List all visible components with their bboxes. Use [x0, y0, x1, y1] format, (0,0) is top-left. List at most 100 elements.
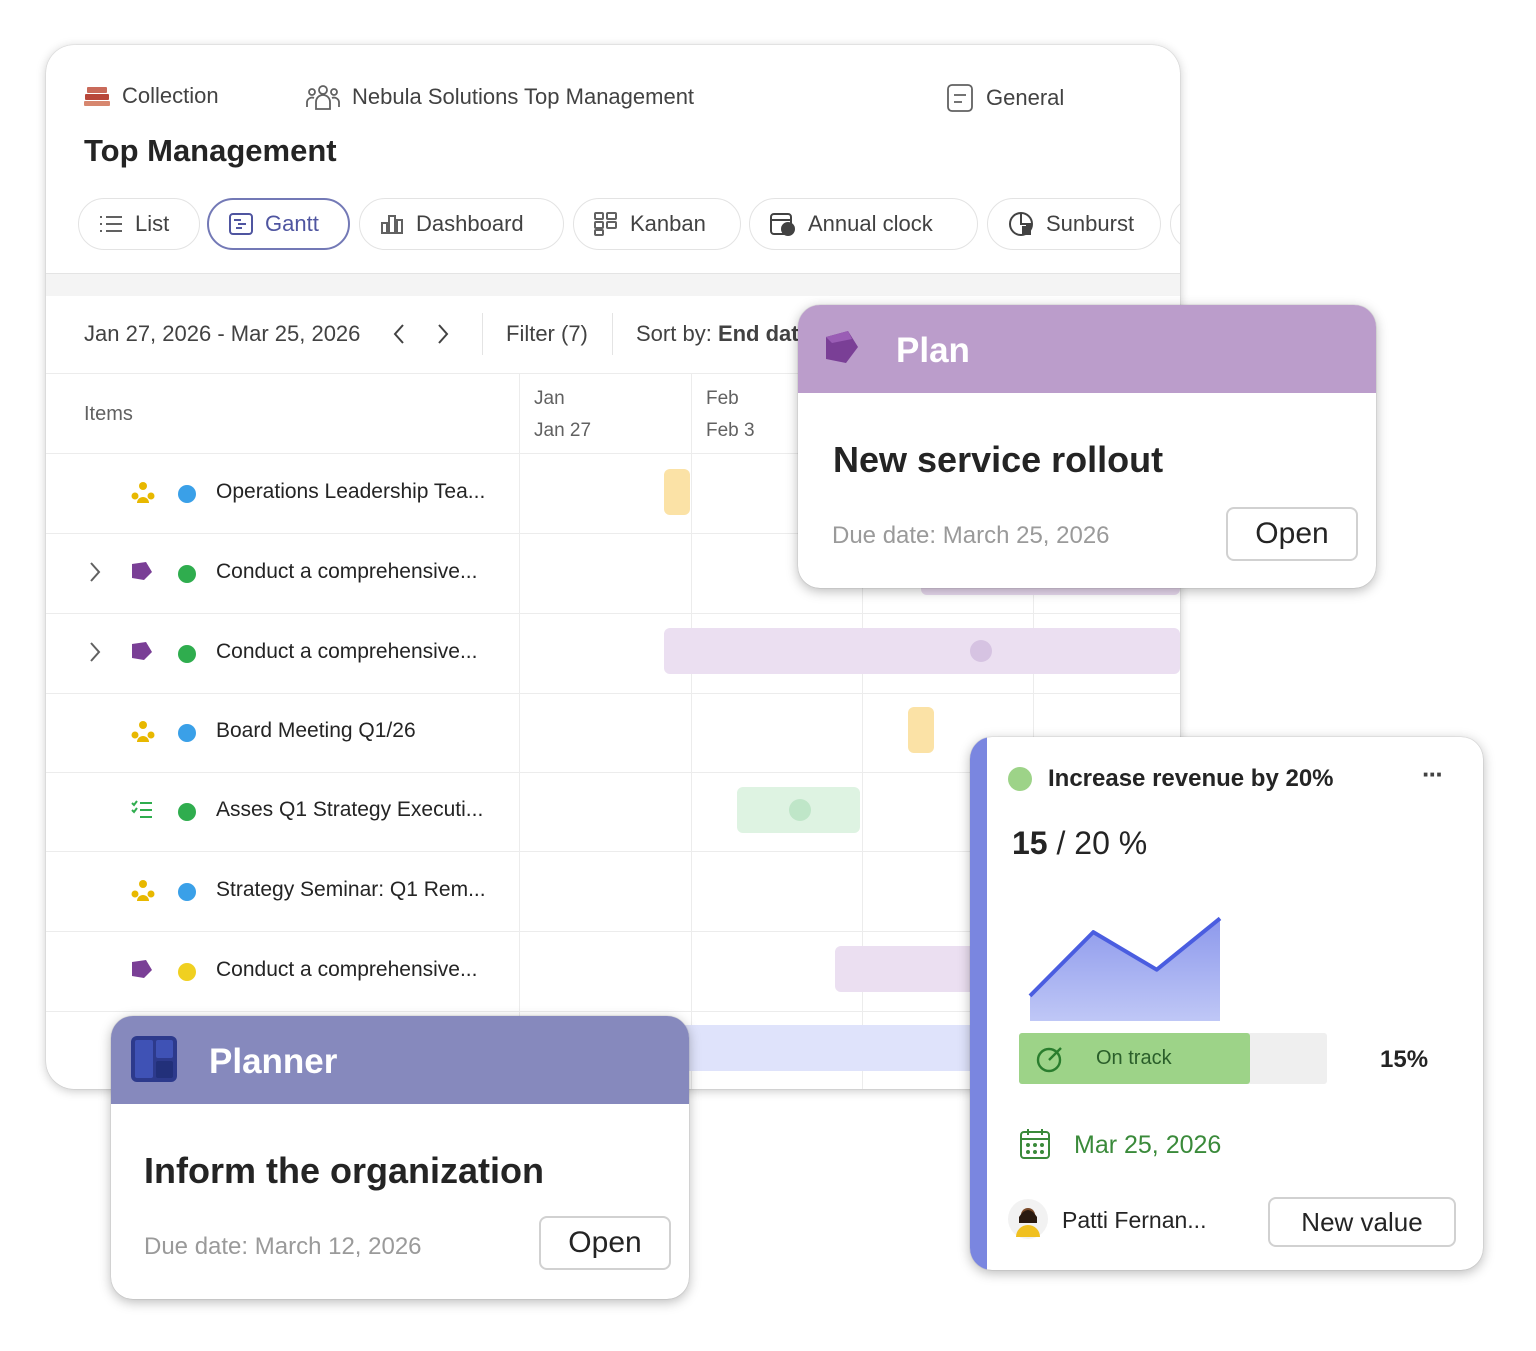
- planner-card-due-date: Due date: March 12, 2026: [144, 1233, 422, 1260]
- column-day: Feb 3: [706, 420, 755, 441]
- tab-sunburst[interactable]: Sunburst: [987, 198, 1161, 250]
- chevron-right-icon[interactable]: [88, 640, 102, 664]
- goal-owner: Patti Fernan...: [1062, 1207, 1207, 1233]
- calendar-icon: [1020, 1129, 1050, 1159]
- status-dot: [178, 645, 196, 663]
- toolbar-separator: [612, 313, 613, 355]
- team-link[interactable]: Nebula Solutions Top Management: [306, 83, 694, 111]
- planner-card-header-label: Planner: [209, 1042, 338, 1081]
- status-dot: [178, 963, 196, 981]
- previous-range-button[interactable]: [392, 323, 406, 345]
- sort-prefix: Sort by:: [636, 321, 712, 346]
- row-name: Conduct a comprehensive...: [216, 560, 478, 583]
- gantt-milestone[interactable]: [908, 707, 934, 753]
- section-divider: [46, 273, 1180, 296]
- bar-progress-dot: [789, 799, 811, 821]
- row-name: Operations Leadership Tea...: [216, 480, 486, 503]
- tab-gantt-label: Gantt: [265, 211, 319, 236]
- plan-card-header: Plan: [798, 305, 1376, 393]
- goal-status-dot: [1008, 767, 1032, 791]
- next-range-button[interactable]: [436, 323, 450, 345]
- plan-open-button[interactable]: Open: [1226, 507, 1358, 561]
- goal-due-date: Mar 25, 2026: [1074, 1131, 1222, 1159]
- checklist-icon: [131, 800, 152, 818]
- plan-card-due-date: Due date: March 25, 2026: [832, 522, 1110, 549]
- channel-label: General: [986, 85, 1065, 110]
- avatar: [1008, 1199, 1048, 1239]
- gantt-bar[interactable]: [737, 787, 860, 833]
- kanban-icon: [594, 212, 617, 236]
- dashboard-icon: [381, 215, 403, 234]
- collection-icon: [84, 87, 110, 106]
- chevron-right-icon[interactable]: [88, 560, 102, 584]
- more-options-icon[interactable]: ···: [1422, 759, 1444, 790]
- meeting-icon: [131, 880, 155, 901]
- column-month: Feb: [706, 388, 739, 409]
- column-month: Jan: [534, 388, 565, 409]
- sunburst-icon: [1009, 212, 1033, 236]
- status-dot: [178, 724, 196, 742]
- team-icon: [306, 85, 340, 110]
- tab-list[interactable]: List: [78, 198, 200, 250]
- progress-percent: 15%: [1380, 1046, 1429, 1073]
- plan-tag-icon: [132, 562, 152, 580]
- plan-card: Plan New service rollout Due date: March…: [798, 305, 1376, 588]
- goal-sparkline: [1028, 916, 1222, 1021]
- tab-more-partial[interactable]: [1170, 198, 1180, 250]
- tab-list-label: List: [135, 211, 170, 236]
- sort-button[interactable]: Sort by: End dat: [636, 321, 799, 347]
- tab-annual-clock-label: Annual clock: [808, 211, 933, 236]
- items-column-header: Items: [84, 403, 133, 425]
- gantt-bar[interactable]: [664, 628, 1180, 674]
- tab-dashboard[interactable]: Dashboard: [359, 198, 564, 250]
- toolbar-separator: [482, 313, 483, 355]
- row-name: Conduct a comprehensive...: [216, 958, 478, 981]
- collection-link[interactable]: Collection: [84, 83, 219, 109]
- date-column-feb3: Feb Feb 3: [706, 383, 755, 447]
- meeting-icon: [131, 721, 155, 742]
- planner-open-button[interactable]: Open: [539, 1216, 671, 1270]
- tab-gantt[interactable]: Gantt: [207, 198, 350, 250]
- plan-card-header-label: Plan: [896, 331, 970, 370]
- gantt-milestone[interactable]: [664, 469, 690, 515]
- planner-card-header: Planner: [111, 1016, 689, 1104]
- new-value-button[interactable]: New value: [1268, 1197, 1456, 1247]
- date-range: Jan 27, 2026 - Mar 25, 2026: [84, 321, 361, 346]
- tab-annual-clock[interactable]: Annual clock: [749, 198, 978, 250]
- goal-accent-strip: [970, 737, 987, 1270]
- plan-tag-icon: [826, 331, 858, 363]
- row-name: Conduct a comprehensive...: [216, 640, 478, 663]
- team-label: Nebula Solutions Top Management: [352, 84, 695, 109]
- plan-tag-icon: [132, 642, 152, 660]
- tab-kanban[interactable]: Kanban: [573, 198, 741, 250]
- target-icon: [1036, 1047, 1062, 1073]
- channel-icon: [947, 84, 973, 112]
- tab-dashboard-label: Dashboard: [416, 211, 524, 236]
- meeting-icon: [131, 482, 155, 503]
- goal-card: Increase revenue by 20% ··· 15 / 20 % On…: [970, 737, 1483, 1270]
- plan-card-title: New service rollout: [833, 439, 1164, 480]
- planner-icon: [131, 1036, 177, 1082]
- page-title: Top Management: [84, 133, 337, 168]
- list-icon: [100, 216, 122, 232]
- planner-card: Planner Inform the organization Due date…: [111, 1016, 689, 1299]
- sort-value: End dat: [717, 321, 799, 346]
- progress-track: On track: [1019, 1033, 1327, 1084]
- status-dot: [178, 883, 196, 901]
- row-name: Asses Q1 Strategy Executi...: [216, 798, 484, 821]
- filter-button[interactable]: Filter (7): [506, 321, 588, 347]
- date-column-jan27: Jan Jan 27: [534, 383, 591, 447]
- planner-card-title: Inform the organization: [144, 1150, 544, 1191]
- gantt-icon: [229, 213, 253, 235]
- tab-kanban-label: Kanban: [630, 211, 706, 236]
- status-dot: [178, 803, 196, 821]
- tab-sunburst-label: Sunburst: [1046, 211, 1135, 236]
- channel-link[interactable]: General: [946, 83, 1064, 113]
- status-dot: [178, 485, 196, 503]
- status-label: On track: [1096, 1047, 1172, 1069]
- annual-clock-icon: [770, 213, 795, 236]
- goal-title: Increase revenue by 20%: [1048, 765, 1334, 792]
- goal-target: / 20 %: [1056, 825, 1148, 861]
- row-name: Strategy Seminar: Q1 Rem...: [216, 878, 486, 901]
- collection-label: Collection: [122, 83, 219, 108]
